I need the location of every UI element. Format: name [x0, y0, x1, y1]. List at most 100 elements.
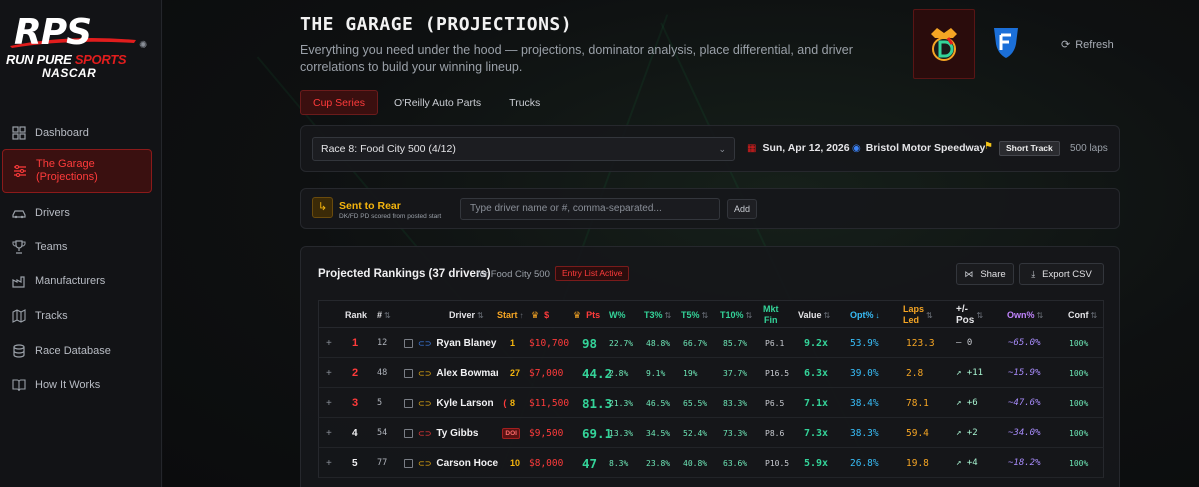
- table-row[interactable]: +2 48 27 $7,000 44.2 2.8% 9.1% 19% 37.7% P16.5 6.3…: [318, 358, 1104, 388]
- sidebar-item-tracks[interactable]: Tracks: [2, 299, 152, 333]
- col-number[interactable]: # ⇅: [377, 301, 391, 329]
- ownership-cell: ~47.6%: [1008, 398, 1041, 408]
- rank-cell: 3: [352, 397, 359, 409]
- col-rank[interactable]: Rank: [345, 301, 367, 329]
- laps-led-cell: 78.1: [906, 397, 929, 409]
- driver-checkbox[interactable]: [404, 358, 413, 388]
- col-ownership[interactable]: Own% ⇅: [1007, 301, 1043, 329]
- table-row[interactable]: +5 77 10 $8,000 47 8.3% 23.8% 40.8% 63.6% P10.5 5.…: [318, 448, 1104, 478]
- col-salary[interactable]: ♛ $: [531, 301, 549, 329]
- t10-pct-cell: 83.3%: [723, 398, 748, 408]
- tab-cup-series[interactable]: Cup Series: [300, 90, 378, 115]
- database-icon: [13, 344, 25, 358]
- driver-cell[interactable]: ⊂⊃ Alex Bowman: [418, 358, 498, 388]
- expand-row-button[interactable]: +: [326, 358, 332, 388]
- rankings-race-label: for Food City 500: [477, 269, 550, 280]
- sidebar-item-garage[interactable]: The Garage (Projections): [2, 149, 152, 193]
- t5-pct-cell: 40.8%: [683, 458, 708, 468]
- table-row[interactable]: +1 12 1 $10,700 98 22.7% 48.8% 66.7% 85.7% P6.1 9.…: [318, 328, 1104, 358]
- t10-pct-cell: 73.3%: [723, 428, 748, 438]
- race-select[interactable]: Race 8: Food City 500 (4/12) ⌄: [312, 137, 735, 161]
- col-laps-led[interactable]: Laps Led ⇅: [903, 301, 933, 329]
- driver-checkbox[interactable]: [404, 418, 413, 448]
- driver-cell[interactable]: ⊂⊃ Ryan Blaney: [418, 328, 498, 358]
- car-number-cell: 77: [377, 458, 388, 468]
- expand-row-button[interactable]: +: [326, 388, 332, 418]
- refresh-icon: ⟳: [1061, 39, 1071, 51]
- sidebar-item-teams[interactable]: Teams: [2, 230, 152, 264]
- tab-trucks[interactable]: Trucks: [497, 90, 552, 115]
- driver-name: Ty Gibbs: [436, 427, 479, 439]
- driver-checkbox[interactable]: [404, 328, 413, 358]
- rank-cell: 4: [352, 427, 358, 439]
- refresh-button[interactable]: ⟳ Refresh: [1061, 38, 1114, 52]
- race-select-value: Race 8: Food City 500 (4/12): [321, 143, 456, 155]
- logo-tagline: RUN PURE SPORTS: [6, 52, 127, 67]
- sidebar-item-drivers[interactable]: Drivers: [2, 196, 152, 230]
- driver-checkbox[interactable]: [404, 388, 413, 418]
- driver-cell[interactable]: ⊂⊃ Carson Hoce: [418, 448, 498, 478]
- points-cell: 47: [582, 455, 598, 471]
- rps-logo[interactable]: RPS RUN PURE SPORTS NASCAR: [6, 12, 146, 82]
- driver-cell[interactable]: ⊂⊃ Kyle Larson (: [418, 388, 508, 418]
- sidebar-item-race-database[interactable]: Race Database: [2, 334, 152, 368]
- sent-to-rear-subtitle: DK/FD PD scored from posted start: [339, 213, 442, 220]
- tab-oreilly[interactable]: O'Reilly Auto Parts: [382, 90, 493, 115]
- driver-checkbox[interactable]: [404, 448, 413, 478]
- expand-row-button[interactable]: +: [326, 448, 332, 478]
- col-position-diff[interactable]: +/- Pos ⇅: [956, 301, 983, 329]
- sidebar-item-dashboard[interactable]: Dashboard: [2, 116, 152, 150]
- main-content: THE GARAGE (PROJECTIONS) Everything you …: [163, 0, 1199, 487]
- col-win-pct[interactable]: W%: [609, 301, 626, 329]
- draftkings-toggle[interactable]: [913, 9, 975, 79]
- theme-toggle-icon[interactable]: ✺: [139, 41, 149, 51]
- optimal-pct-cell: 38.3%: [850, 427, 879, 439]
- col-driver[interactable]: Driver ⇅: [449, 301, 484, 329]
- confidence-cell: 100%: [1069, 368, 1089, 378]
- t3-pct-cell: 23.8%: [646, 458, 671, 468]
- col-optimal-pct[interactable]: Opt% ↓: [850, 301, 880, 329]
- col-start[interactable]: Start ↑: [497, 301, 524, 329]
- col-confidence[interactable]: Conf ⇅: [1068, 301, 1097, 329]
- col-t3-pct[interactable]: T3% ⇅: [644, 301, 671, 329]
- col-value[interactable]: Value ⇅: [798, 301, 830, 329]
- t3-pct-cell: 34.5%: [646, 428, 671, 438]
- col-t5-pct[interactable]: T5% ⇅: [681, 301, 708, 329]
- t10-pct-cell: 85.7%: [723, 338, 748, 348]
- car-icon: ⊂⊃: [418, 368, 432, 378]
- book-icon: [12, 379, 26, 392]
- sidebar-item-how-it-works[interactable]: How It Works: [2, 368, 152, 402]
- dashboard-icon: [12, 126, 26, 140]
- table-row[interactable]: +3 5 8 $11,500 81.3 21.3% 46.5% 65.5% 83.3% P6.5 7…: [318, 388, 1104, 418]
- race-track-value: Bristol Motor Speedway: [865, 142, 986, 154]
- win-pct-cell: 21.3%: [609, 398, 634, 408]
- race-panel: Race 8: Food City 500 (4/12) ⌄ ▦ Sun, Ap…: [300, 125, 1120, 172]
- driver-cell[interactable]: ⊂⊃ Ty Gibbs DOI: [418, 418, 520, 448]
- sent-to-rear-input[interactable]: Type driver name or #, comma-separated..…: [460, 198, 720, 220]
- add-button[interactable]: Add: [727, 199, 757, 219]
- win-pct-cell: 22.7%: [609, 338, 634, 348]
- start-cell: 8: [510, 398, 516, 408]
- car-icon: [12, 210, 26, 219]
- points-cell: 44.2: [582, 365, 613, 381]
- fanduel-icon[interactable]: [992, 26, 1020, 60]
- car-icon: ⊂⊃: [418, 458, 432, 468]
- share-button[interactable]: ⋈ Share: [956, 263, 1014, 285]
- location-pin-icon: ◉: [852, 142, 861, 154]
- rankings-panel: Projected Rankings (37 drivers) for Food…: [300, 246, 1120, 487]
- table-row[interactable]: +4545$9,50069.113.3%34.5%52.4%73.3%P8.67…: [318, 418, 1104, 448]
- rank-cell: 1: [352, 337, 359, 349]
- col-points[interactable]: ♛ Pts: [573, 301, 600, 329]
- points-cell: 69.1: [582, 425, 613, 441]
- market-finish-cell: P8.6: [765, 428, 785, 438]
- sent-to-rear-title: Sent to Rear: [339, 200, 401, 212]
- optimal-pct-cell: 26.8%: [850, 457, 879, 469]
- expand-row-button[interactable]: +: [326, 328, 332, 358]
- sidebar-item-manufacturers[interactable]: Manufacturers: [2, 264, 152, 298]
- t3-pct-cell: 46.5%: [646, 398, 671, 408]
- win-pct-cell: 13.3%: [609, 428, 634, 438]
- col-t10-pct[interactable]: T10% ⇅: [720, 301, 752, 329]
- expand-row-button[interactable]: +: [326, 418, 332, 448]
- col-market-finish[interactable]: Mkt Fin: [763, 301, 779, 329]
- export-csv-button[interactable]: ⤓ Export CSV: [1019, 263, 1104, 285]
